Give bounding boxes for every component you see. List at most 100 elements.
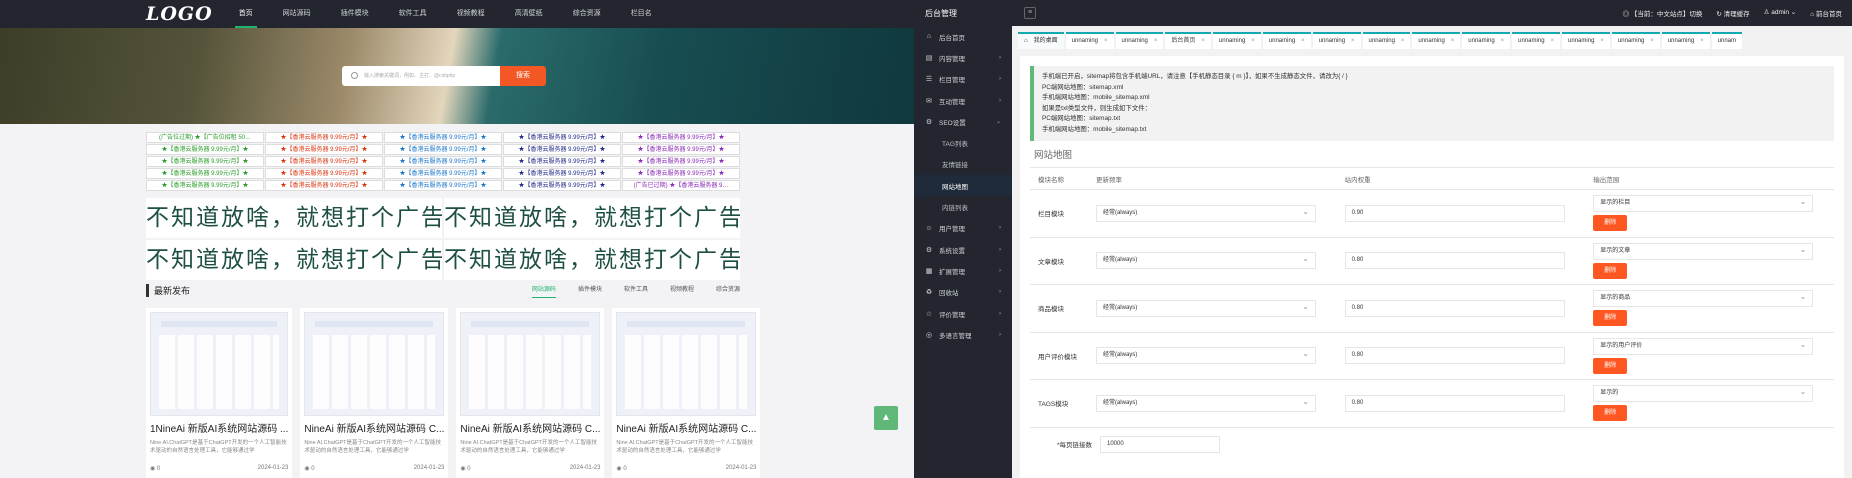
- delete-button[interactable]: 删除: [1593, 357, 1628, 374]
- delete-button[interactable]: 删除: [1593, 262, 1628, 279]
- frequency-select[interactable]: 经常(always): [1095, 346, 1316, 365]
- ad-banner[interactable]: 不知道放啥，就想打个广告: [146, 240, 442, 280]
- category-tab[interactable]: 软件工具: [624, 282, 648, 298]
- range-select[interactable]: 显示的文章: [1593, 242, 1814, 260]
- ad-link[interactable]: ★【香港云服务器 9.99元/月】★: [503, 144, 621, 155]
- ad-link[interactable]: (广告位过期) ★【广告位招租 50…: [146, 132, 264, 143]
- ad-link[interactable]: ★【香港云服务器 9.99元/月】★: [384, 168, 502, 179]
- close-icon[interactable]: ×: [1551, 34, 1555, 49]
- sidebar-item[interactable]: ▦ 扩展管理 ›: [914, 260, 1012, 281]
- close-icon[interactable]: ×: [1154, 34, 1158, 49]
- close-icon[interactable]: ×: [1401, 34, 1405, 49]
- frequency-select[interactable]: 经常(always): [1095, 394, 1316, 412]
- sidebar-item[interactable]: ▤ 内容管理 ›: [914, 47, 1012, 68]
- range-select[interactable]: 显示的栏目: [1593, 194, 1814, 213]
- post-title[interactable]: 1NineAi 新版AI系统网站源码 ...: [150, 420, 288, 435]
- post-thumbnail[interactable]: [460, 312, 601, 416]
- admin-tab[interactable]: unnaming ×: [1312, 32, 1361, 49]
- close-icon[interactable]: ×: [1201, 34, 1205, 49]
- frontend-home-link[interactable]: ⌂ 前台首页: [1810, 8, 1842, 18]
- admin-tab[interactable]: unnaming ×: [1661, 32, 1710, 49]
- delete-button[interactable]: 删除: [1593, 310, 1628, 327]
- admin-tab[interactable]: ⌂ 我的桌面: [1018, 32, 1064, 49]
- range-select[interactable]: 显示的商品: [1593, 289, 1814, 308]
- sidebar-item[interactable]: ⚙ 系统设置 ›: [914, 239, 1012, 260]
- post-title[interactable]: NineAi 新版AI系统网站源码 C...: [616, 420, 756, 435]
- ad-link[interactable]: ★【香港云服务器 9.99元/月】★: [622, 144, 740, 155]
- weight-input[interactable]: 0.80: [1344, 394, 1565, 412]
- close-icon[interactable]: ×: [1104, 34, 1108, 49]
- post-card[interactable]: NineAi 新版AI系统网站源码 C... Nine AI.ChatGPT是基于…: [456, 308, 605, 478]
- ad-banner[interactable]: 不知道放啥，就想打个广告: [444, 198, 740, 238]
- sidebar-item[interactable]: ☰ 栏目管理 ›: [914, 69, 1012, 90]
- sidebar-item[interactable]: ⚙ SEO设置 ⌄: [914, 111, 1012, 132]
- admin-tab[interactable]: 后台首页 ×: [1165, 32, 1211, 49]
- ad-link[interactable]: ★【香港云服务器 9.99元/月】★: [265, 180, 383, 191]
- frequency-select[interactable]: 经常(always): [1095, 204, 1316, 222]
- ad-link[interactable]: ★【香港云服务器 9.99元/月】★: [146, 156, 264, 167]
- ad-link[interactable]: (广告已过期) ★【香港云服务器 9…: [622, 180, 740, 191]
- delete-button[interactable]: 删除: [1593, 405, 1628, 422]
- nav-item[interactable]: 网站源码: [283, 0, 311, 28]
- close-icon[interactable]: ×: [1451, 34, 1455, 49]
- ad-link[interactable]: ★【香港云服务器 9.99元/月】★: [503, 132, 621, 143]
- sidebar-item[interactable]: ⌂ 后台首页: [914, 26, 1012, 47]
- category-tab[interactable]: 视频教程: [670, 282, 694, 298]
- frequency-select[interactable]: 经常(always): [1095, 251, 1316, 270]
- admin-tab[interactable]: unnaming ×: [1065, 32, 1114, 49]
- sidebar-item[interactable]: ♻ 回收站 ›: [914, 282, 1012, 303]
- post-card[interactable]: 1NineAi 新版AI系统网站源码 ... Nine AI.ChatGPT是基于…: [146, 308, 293, 478]
- nav-item[interactable]: 综合资源: [573, 0, 601, 28]
- admin-tab[interactable]: unnaming ×: [1562, 32, 1610, 49]
- clear-cache-button[interactable]: ↻ 清理缓存: [1716, 8, 1749, 18]
- ad-link[interactable]: ★【香港云服务器 9.99元/月】★: [384, 132, 502, 143]
- close-icon[interactable]: ×: [1351, 34, 1355, 49]
- ad-link[interactable]: ★【香港云服务器 9.99元/月】★: [622, 132, 740, 143]
- ad-link[interactable]: ★【香港云服务器 9.99元/月】★: [384, 156, 502, 167]
- nav-item[interactable]: 首页: [234, 0, 257, 28]
- ad-banner[interactable]: 不知道放啥，就想打个广告: [444, 240, 740, 280]
- post-thumbnail[interactable]: [616, 312, 757, 416]
- search-button[interactable]: 搜索: [500, 66, 546, 86]
- admin-tab[interactable]: unnaming ×: [1262, 32, 1311, 49]
- sidebar-item[interactable]: 内链列表: [914, 196, 1012, 217]
- admin-tab[interactable]: unnaming ×: [1212, 32, 1261, 49]
- sidebar-item[interactable]: 网站地图: [914, 175, 1012, 197]
- nav-item[interactable]: 高清壁纸: [515, 0, 543, 28]
- ad-link[interactable]: ★【香港云服务器 9.99元/月】★: [265, 156, 383, 167]
- ad-link[interactable]: ★【香港云服务器 9.99元/月】★: [146, 144, 264, 155]
- back-to-top-button[interactable]: ▲: [874, 406, 898, 430]
- menu-toggle-icon[interactable]: ≡: [1024, 7, 1036, 19]
- ad-link[interactable]: ★【香港云服务器 9.99元/月】★: [503, 168, 621, 179]
- nav-item[interactable]: 插件模块: [341, 0, 369, 28]
- admin-tab[interactable]: unnaming ×: [1462, 32, 1511, 49]
- post-thumbnail[interactable]: [304, 312, 445, 416]
- frequency-select[interactable]: 经常(always): [1095, 299, 1316, 317]
- range-select[interactable]: 显示的: [1593, 384, 1814, 403]
- close-icon[interactable]: ×: [1600, 34, 1604, 49]
- nav-item[interactable]: 视频教程: [457, 0, 485, 28]
- post-thumbnail[interactable]: [150, 312, 289, 416]
- sidebar-item[interactable]: ☺ 用户管理 ›: [914, 218, 1012, 239]
- nav-item[interactable]: 栏目名: [631, 0, 652, 28]
- per-page-input[interactable]: 10000: [1100, 435, 1220, 453]
- ad-link[interactable]: ★【香港云服务器 9.99元/月】★: [384, 144, 502, 155]
- post-card[interactable]: NineAi 新版AI系统网站源码 C... Nine AI.ChatGPT是基于…: [300, 308, 449, 478]
- ad-link[interactable]: ★【香港云服务器 9.99元/月】★: [503, 156, 621, 167]
- admin-tab[interactable]: unnaming ×: [1115, 32, 1164, 49]
- post-title[interactable]: NineAi 新版AI系统网站源码 C...: [460, 420, 600, 435]
- range-select[interactable]: 显示的用户评价: [1593, 337, 1814, 355]
- close-icon[interactable]: ×: [1251, 34, 1255, 49]
- post-card[interactable]: NineAi 新版AI系统网站源码 C... Nine AI.ChatGPT是基于…: [612, 308, 761, 478]
- admin-tab[interactable]: unnam: [1711, 32, 1743, 49]
- ad-link[interactable]: ★【香港云服务器 9.99元/月】★: [622, 156, 740, 167]
- weight-input[interactable]: 0.80: [1344, 299, 1565, 317]
- ad-link[interactable]: ★【香港云服务器 9.99元/月】★: [503, 180, 621, 191]
- weight-input[interactable]: 0.80: [1344, 252, 1565, 270]
- sidebar-item[interactable]: ☆ 评价管理 ›: [914, 303, 1012, 324]
- weight-input[interactable]: 0.80: [1344, 347, 1565, 365]
- admin-tab[interactable]: unnaming ×: [1362, 32, 1411, 49]
- category-tab[interactable]: 网站源码: [531, 282, 556, 298]
- category-tab[interactable]: 插件模块: [578, 282, 602, 298]
- ad-link[interactable]: ★【香港云服务器 9.99元/月】★: [265, 168, 383, 179]
